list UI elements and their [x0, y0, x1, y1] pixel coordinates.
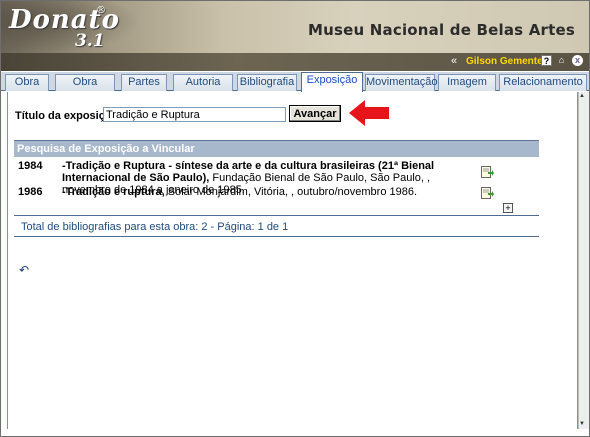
- tab-partes[interactable]: Partes: [121, 74, 167, 91]
- tab-imagem[interactable]: Imagem: [438, 74, 496, 91]
- tab-obra-cont[interactable]: Obra (cont.): [55, 74, 115, 103]
- tab-autoria[interactable]: Autoria: [173, 74, 233, 91]
- scroll-up-icon[interactable]: ▲: [579, 93, 585, 99]
- close-icon[interactable]: x: [572, 55, 583, 66]
- back-icon[interactable]: ↶: [19, 263, 29, 277]
- row-details: Solar Monjardim, Vitória, , outubro/nove…: [164, 186, 418, 198]
- tab-movimentacao[interactable]: Movimentação: [365, 74, 438, 91]
- row-year: 1986: [18, 186, 43, 198]
- tab-bar: Obra Obra (cont.) Partes Autoria Bibliog…: [1, 72, 589, 103]
- link-exhibition-icon[interactable]: [481, 166, 494, 178]
- app-window: Donato ® 3.1 Museu Nacional de Belas Art…: [0, 0, 590, 437]
- museum-title: Museu Nacional de Belas Artes: [307, 21, 575, 39]
- expand-button[interactable]: +: [503, 203, 513, 213]
- divider: [14, 215, 539, 216]
- header-banner: Donato ® 3.1 Museu Nacional de Belas Art…: [1, 1, 589, 53]
- avancar-button[interactable]: Avançar: [289, 105, 341, 122]
- divider: [14, 236, 539, 237]
- red-arrow-annotation-icon: [349, 100, 389, 126]
- list-item: 1984 -Tradição e Ruptura - síntese da ar…: [18, 160, 478, 196]
- scroll-down-icon[interactable]: ▼: [579, 421, 585, 427]
- user-bar: « Gilson Gemente ? ⌂ x: [1, 53, 589, 71]
- exhibition-title-input[interactable]: [103, 107, 286, 122]
- logo-version: 3.1: [75, 31, 105, 51]
- row-year: 1984: [18, 160, 43, 172]
- user-name[interactable]: Gilson Gemente: [466, 56, 543, 67]
- list-item: 1986 -Tradição e ruptura, Solar Monjardi…: [18, 186, 478, 200]
- home-icon[interactable]: ⌂: [556, 55, 567, 66]
- tab-relacionamento[interactable]: Relacionamento: [499, 74, 587, 91]
- row-title: -Tradição e ruptura,: [62, 186, 165, 198]
- link-exhibition-icon[interactable]: [481, 187, 494, 199]
- row-description: -Tradição e ruptura, Solar Monjardim, Vi…: [62, 186, 482, 198]
- chevron-left-icon[interactable]: «: [451, 55, 457, 67]
- tab-bibliografia[interactable]: Bibliografia: [237, 74, 297, 91]
- total-count-text: Total de bibliografias para esta obra: 2…: [21, 221, 289, 233]
- registered-mark: ®: [96, 5, 106, 16]
- vertical-scrollbar[interactable]: [578, 92, 589, 429]
- results-heading: Pesquisa de Exposição a Vincular: [14, 140, 539, 157]
- tab-obra[interactable]: Obra: [5, 74, 49, 91]
- tab-exposicao[interactable]: Exposição: [301, 72, 363, 92]
- help-icon[interactable]: ?: [541, 55, 552, 66]
